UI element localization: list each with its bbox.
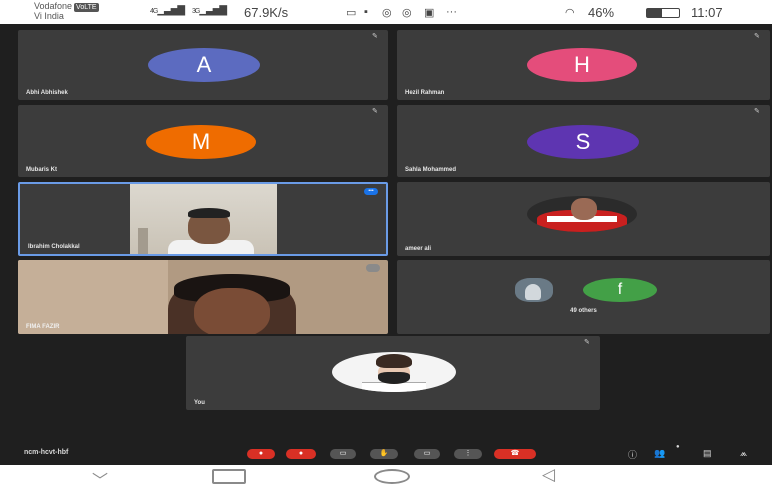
signal-3g-label: 3G xyxy=(192,8,200,15)
avatar: f xyxy=(583,278,657,302)
battery-fill xyxy=(647,9,662,17)
clock: 11:07 xyxy=(691,5,723,20)
control-bar: ncm-hcvt-hbf ● ● ▭ ✋ ▭ ⋮ ☎ ⓘ 👥 ● ▤ ⩕ xyxy=(0,444,772,465)
mic-off-icon: ✎ xyxy=(754,108,760,115)
recents-icon[interactable] xyxy=(212,469,246,484)
participant-name: You xyxy=(194,400,205,406)
chat-icon[interactable]: ▤ xyxy=(703,448,712,459)
thumbnail-person xyxy=(525,284,541,300)
participant-tile[interactable]: ✎ A Abhi Abhishek xyxy=(18,30,388,100)
participant-tile[interactable]: ✎ S Sahla Mohammed xyxy=(397,105,770,177)
mic-off-icon: ✎ xyxy=(372,108,378,115)
back-icon[interactable]: ◁ xyxy=(542,465,555,485)
raise-hand-button[interactable]: ✋ xyxy=(370,449,398,459)
avatar-initial: H xyxy=(574,52,590,77)
video-person-face xyxy=(194,288,270,334)
battery-percent: 46% xyxy=(588,5,615,20)
carrier-info: Vodafone VoLTE Vi India xyxy=(34,2,99,21)
participant-name: Abhi Abhishek xyxy=(26,90,68,96)
avatar: S xyxy=(527,125,639,159)
info-icon[interactable]: ⓘ xyxy=(628,448,637,461)
mic-off-icon xyxy=(366,264,380,272)
video-person-hair xyxy=(188,208,230,218)
participant-tile-active-speaker[interactable]: ••• Ibrahim Cholakkal xyxy=(18,182,388,256)
avatar: A xyxy=(148,48,260,82)
participant-tile[interactable]: ✎ M Mubaris Kt xyxy=(18,105,388,177)
participant-name: ameer ali xyxy=(405,246,432,252)
signal-4g-label: 4G xyxy=(150,8,158,15)
avatar-hair xyxy=(376,354,412,368)
status-bar: Vodafone VoLTE Vi India 4G▁▃▅▇ 3G▁▃▅▇ 67.… xyxy=(0,0,772,24)
more-notifications-icon: ··· xyxy=(446,6,457,18)
avatar-mask xyxy=(378,372,410,384)
participant-tile[interactable]: ameer ali xyxy=(397,182,770,256)
navigation-bar: ﹀ ◁ xyxy=(0,465,772,491)
avatar-initial: f xyxy=(617,281,623,298)
facebook-icon: ▣ xyxy=(424,7,435,19)
avatar-initial: M xyxy=(191,129,211,154)
video-background xyxy=(18,260,168,334)
home-icon[interactable] xyxy=(374,469,410,484)
camera-toggle-button[interactable]: ● xyxy=(286,449,316,459)
screen: Vodafone VoLTE Vi India 4G▁▃▅▇ 3G▁▃▅▇ 67.… xyxy=(0,0,772,491)
participant-tile[interactable]: ✎ H Hezil Rahman xyxy=(397,30,770,100)
app-icon: ▪ xyxy=(364,6,368,18)
meeting-grid: ✎ A Abhi Abhishek ✎ H Hezil Rahman ✎ M M… xyxy=(0,24,772,465)
mic-off-icon: ✎ xyxy=(584,339,590,346)
avatar xyxy=(527,196,637,232)
avatar xyxy=(332,352,456,392)
participant-name: Mubaris Kt xyxy=(26,167,58,173)
battery-icon xyxy=(646,8,680,18)
people-count-badge: ● xyxy=(676,444,680,450)
people-icon[interactable]: 👥 xyxy=(654,448,665,459)
headphone-icon: ◠ xyxy=(565,7,575,19)
others-tile[interactable]: f 49 others xyxy=(397,260,770,334)
more-options-button[interactable]: ⋮ xyxy=(454,449,482,459)
participant-name: FIMA FAZIR xyxy=(26,324,60,330)
participant-name: Ibrahim Cholakkal xyxy=(28,244,80,250)
carrier-sub: Vi India xyxy=(34,11,64,21)
whatsapp-icon: ◎ xyxy=(382,7,392,19)
mic-toggle-button[interactable]: ● xyxy=(247,449,275,459)
present-button[interactable]: ▭ xyxy=(414,449,440,459)
speaking-indicator-icon: ••• xyxy=(364,188,378,195)
participant-name: Hezil Rahman xyxy=(405,90,445,96)
others-count: 49 others xyxy=(570,308,597,314)
avatar-initial: S xyxy=(575,129,591,154)
whatsapp2-icon: ◎ xyxy=(402,7,412,19)
avatar-initial: A xyxy=(196,52,212,77)
camera-icon: ▭ xyxy=(346,7,357,19)
participant-video xyxy=(168,274,296,334)
video-object xyxy=(138,228,148,254)
meeting-code: ncm-hcvt-hbf xyxy=(24,449,69,456)
volte-badge: VoLTE xyxy=(74,3,99,12)
activities-icon[interactable]: ⩕ xyxy=(740,448,747,459)
participant-tile[interactable]: FIMA FAZIR xyxy=(18,260,388,334)
captions-button[interactable]: ▭ xyxy=(330,449,356,459)
avatar-face xyxy=(571,198,597,220)
avatar: H xyxy=(527,48,637,82)
signal-4g-icon: 4G▁▃▅▇ xyxy=(150,5,185,16)
participant-name: Sahla Mohammed xyxy=(405,167,457,173)
avatar: M xyxy=(146,125,256,159)
mic-off-icon: ✎ xyxy=(372,33,378,40)
mic-off-icon: ✎ xyxy=(754,33,760,40)
leave-call-button[interactable]: ☎ xyxy=(494,449,536,459)
others-thumbnail xyxy=(515,278,553,302)
participant-video xyxy=(130,184,277,254)
signal-3g-icon: 3G▁▃▅▇ xyxy=(192,5,227,16)
carrier-name: Vodafone xyxy=(34,1,73,11)
network-speed: 67.9K/s xyxy=(244,5,289,20)
nav-menu-icon[interactable]: ﹀ xyxy=(92,467,108,491)
self-tile[interactable]: ✎ You xyxy=(186,336,600,410)
